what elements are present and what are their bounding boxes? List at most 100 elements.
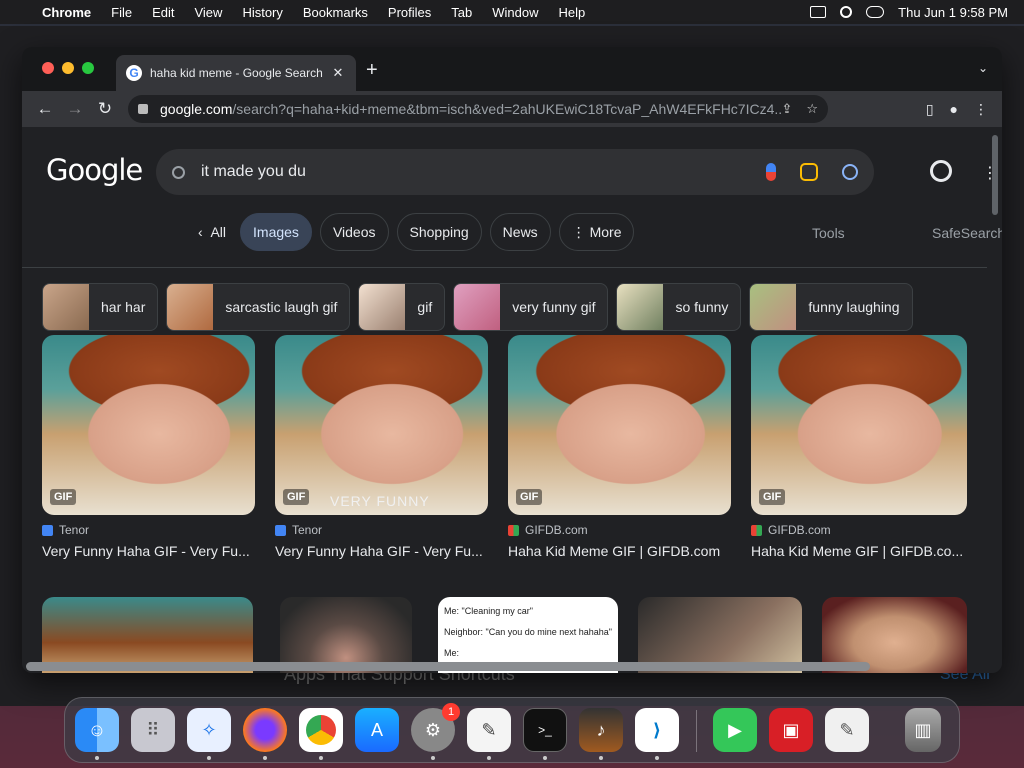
chrome-icon[interactable] (299, 708, 343, 752)
search-icon (172, 165, 185, 179)
gif-badge: GIF (516, 489, 543, 505)
result-source[interactable]: GIFDB.com (508, 523, 731, 537)
settings-gear-icon[interactable] (930, 160, 952, 182)
vertical-scrollbar[interactable] (992, 135, 998, 215)
screen-mirroring-icon[interactable] (810, 6, 827, 18)
menu-tab[interactable]: Tab (441, 5, 482, 20)
menu-bookmarks[interactable]: Bookmarks (293, 5, 378, 20)
google-favicon-icon: G (126, 65, 142, 81)
result-image[interactable]: GIF (508, 335, 731, 515)
image-result[interactable]: GIF GIFDB.com Haha Kid Meme GIF | GIFDB.… (751, 335, 967, 559)
result-image[interactable]: GIF (42, 335, 255, 515)
menu-help[interactable]: Help (549, 5, 596, 20)
chrome-menu-icon[interactable]: ⋮ (974, 101, 988, 118)
launchpad-icon[interactable]: ⠿ (131, 708, 175, 752)
filter-shopping[interactable]: Shopping (396, 213, 482, 251)
menu-edit[interactable]: Edit (142, 5, 184, 20)
related-searches: har har sarcastic laugh gif gif very fun… (42, 283, 913, 331)
related-search-chip[interactable]: funny laughing (749, 283, 913, 331)
chip-thumbnail (750, 284, 797, 330)
system-settings-icon[interactable]: ⚙ 1 (411, 703, 460, 752)
menu-file[interactable]: File (101, 5, 142, 20)
lock-icon[interactable] (138, 104, 148, 114)
script-editor-icon[interactable]: ✎ (825, 708, 869, 752)
tab-close-icon[interactable]: ✕ (330, 65, 346, 81)
result-source-name: GIFDB.com (768, 523, 831, 537)
result-source-name: Tenor (59, 523, 90, 537)
menu-profiles[interactable]: Profiles (378, 5, 441, 20)
search-box[interactable]: it made you du (156, 149, 874, 195)
tools-button[interactable]: Tools (812, 225, 845, 241)
spotlight-icon[interactable] (840, 6, 853, 18)
control-center-icon[interactable] (866, 6, 885, 18)
related-search-chip[interactable]: very funny gif (453, 283, 609, 331)
facetime-icon[interactable]: ▶ (713, 708, 757, 752)
meme-text-line: Me: (444, 648, 460, 658)
filter-all[interactable]: ‹ All (192, 213, 232, 251)
photo-booth-icon[interactable]: ▣ (769, 708, 813, 752)
finder-icon[interactable]: ☺ (75, 708, 119, 752)
menubar-clock[interactable]: Thu Jun 1 9:58 PM (898, 5, 1008, 20)
trash-icon[interactable]: ▥ (905, 708, 941, 752)
result-title[interactable]: Haha Kid Meme GIF | GIFDB.co... (751, 543, 967, 559)
firefox-icon[interactable] (243, 708, 287, 752)
textedit-icon[interactable]: ✎ (467, 708, 511, 752)
garageband-icon[interactable]: ♪ (579, 708, 623, 752)
terminal-icon[interactable]: >_ (523, 708, 567, 752)
browser-tab-active[interactable]: G haha kid meme - Google Search ✕ (116, 55, 356, 91)
running-indicator (655, 756, 659, 760)
google-lens-icon[interactable] (800, 163, 818, 181)
related-search-chip[interactable]: so funny (616, 283, 742, 331)
image-result[interactable]: GIF Tenor Very Funny Haha GIF - Very Fu.… (42, 335, 255, 559)
result-title[interactable]: Haha Kid Meme GIF | GIFDB.com (508, 543, 731, 559)
back-arrow-icon[interactable]: ← (30, 99, 60, 119)
filter-more[interactable]: ⋮ More (558, 213, 635, 251)
vscode-icon[interactable]: ⟩ (635, 708, 679, 752)
address-bar[interactable]: google.com /search?q=haha+kid+meme&tbm=i… (128, 95, 828, 123)
reload-icon[interactable]: ↻ (90, 99, 120, 119)
result-source[interactable]: GIFDB.com (751, 523, 967, 537)
microphone-icon[interactable] (766, 163, 776, 181)
result-title[interactable]: Very Funny Haha GIF - Very Fu... (275, 543, 488, 559)
menu-bar: Chrome File Edit View History Bookmarks … (0, 0, 1024, 24)
forward-arrow-icon[interactable]: → (60, 99, 90, 119)
safari-icon[interactable]: ✧ (187, 708, 231, 752)
share-icon[interactable]: ⇪ (781, 101, 792, 117)
zoom-window-button[interactable] (82, 62, 94, 74)
new-tab-button[interactable]: + (366, 59, 378, 82)
filter-more-label: More (589, 224, 622, 240)
bookmark-star-icon[interactable]: ☆ (806, 101, 818, 117)
search-submit-icon[interactable] (842, 164, 858, 180)
menu-window[interactable]: Window (482, 5, 548, 20)
menu-app-name[interactable]: Chrome (36, 5, 101, 20)
image-result[interactable]: GIF GIFDB.com Haha Kid Meme GIF | GIFDB.… (508, 335, 731, 559)
result-title[interactable]: Very Funny Haha GIF - Very Fu... (42, 543, 255, 559)
related-search-chip[interactable]: har har (42, 283, 159, 331)
result-source[interactable]: Tenor (275, 523, 488, 537)
horizontal-scrollbar[interactable] (26, 662, 870, 671)
minimize-window-button[interactable] (62, 62, 74, 74)
app-store-icon[interactable]: A (355, 708, 399, 752)
profile-avatar-icon[interactable]: ● (950, 101, 958, 118)
result-source[interactable]: Tenor (42, 523, 255, 537)
menu-history[interactable]: History (232, 5, 292, 20)
filter-news[interactable]: News (489, 213, 551, 251)
more-dots-icon: ⋮ (571, 223, 586, 240)
filter-videos[interactable]: Videos (319, 213, 389, 251)
chip-label: so funny (675, 299, 729, 315)
filter-images[interactable]: Images (240, 213, 312, 251)
close-window-button[interactable] (42, 62, 54, 74)
result-image[interactable]: GIF (751, 335, 967, 515)
image-result[interactable]: GIF VERY FUNNY Tenor Very Funny Haha GIF… (275, 335, 488, 559)
menu-view[interactable]: View (184, 5, 232, 20)
related-search-chip[interactable]: sarcastic laugh gif (166, 283, 351, 331)
google-logo[interactable]: Google (46, 153, 143, 187)
chip-label: sarcastic laugh gif (225, 299, 338, 315)
side-panel-icon[interactable]: ▯ (926, 101, 934, 118)
result-image[interactable]: GIF VERY FUNNY (275, 335, 488, 515)
related-search-chip[interactable]: gif (358, 283, 446, 331)
tab-search-chevron-icon[interactable]: ⌄ (978, 61, 988, 75)
search-input[interactable]: it made you du (201, 163, 742, 181)
safesearch-button[interactable]: SafeSearch (932, 225, 1002, 241)
tab-strip: G haha kid meme - Google Search ✕ + ⌄ (22, 47, 1002, 91)
